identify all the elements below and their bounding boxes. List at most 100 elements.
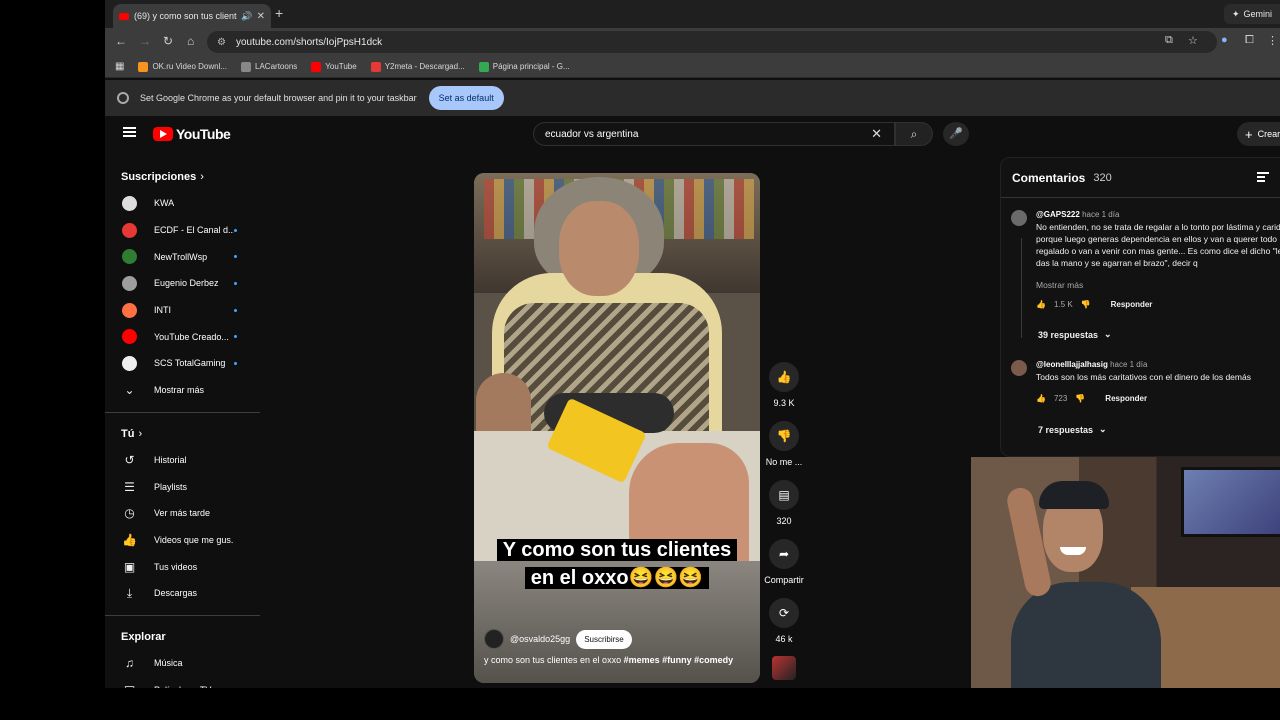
clear-search-icon[interactable]: ✕ [871, 126, 882, 142]
sidebar-item[interactable]: ⤓ Descargas [105, 580, 260, 607]
thumb-down-icon[interactable]: 👎 [1075, 394, 1085, 403]
new-content-dot [234, 308, 237, 312]
chevron-down-icon: ⌄ [1104, 329, 1112, 339]
thumb-up-icon[interactable]: 👍 [1036, 300, 1046, 309]
channel-name[interactable]: @osvaldo25gg [510, 634, 570, 644]
comment-author[interactable]: @leonellIajjalhasig [1036, 360, 1108, 369]
create-button[interactable]: + Crear [1237, 122, 1280, 146]
sort-icon[interactable] [1257, 172, 1269, 182]
comment-like-count: 1.5 K [1053, 300, 1073, 309]
forward-icon[interactable]: → [139, 34, 151, 48]
bookmark-lacartoons[interactable]: LACartoons [241, 61, 297, 72]
show-more-button[interactable]: ⌄ Mostrar más [105, 377, 260, 404]
replies-toggle[interactable]: 39 respuestas ⌄ [1038, 329, 1112, 340]
comment-author[interactable]: @GAPS222 [1036, 210, 1080, 219]
sidebar-subscription-item[interactable]: Eugenio Derbez [105, 270, 260, 297]
reply-button[interactable]: Responder [1111, 300, 1153, 309]
avatar [122, 249, 137, 265]
sound-thumbnail[interactable] [772, 656, 796, 680]
share-button[interactable]: ➦ Compartir [760, 539, 808, 585]
youtube-logo[interactable]: YouTube [153, 126, 231, 142]
dislike-button[interactable]: 👎 No me ... [760, 421, 808, 467]
avatar[interactable] [1011, 210, 1027, 226]
back-icon[interactable]: ← [115, 34, 127, 48]
comment-author-line: @GAPS222 hace 1 día [1036, 210, 1119, 219]
default-browser-banner: Set Google Chrome as your default browse… [105, 80, 1280, 116]
home-icon[interactable]: ⌂ [187, 34, 194, 48]
bookmark-y2meta[interactable]: Y2meta - Descargad... [370, 61, 465, 72]
channel-avatar[interactable] [484, 629, 504, 649]
sidebar-item[interactable]: ☰ Playlists [105, 473, 260, 500]
sidebar-subscription-item[interactable]: INTI [105, 297, 260, 324]
remix-count: 46 k [775, 634, 793, 644]
sidebar-subscription-item[interactable]: NewTrollWsp [105, 243, 260, 270]
voice-search-button[interactable]: 🎤 [943, 122, 969, 146]
sidebar-subscription-item[interactable]: SCS TotalGaming [105, 350, 260, 377]
chevron-right-icon: › [200, 171, 204, 183]
new-tab-button[interactable]: + [275, 5, 283, 21]
search-button[interactable]: ⌕ [895, 122, 933, 146]
webcam-person-cap [1039, 481, 1109, 509]
playlist-icon: ☰ [124, 479, 135, 494]
profile-icon[interactable]: ● [1221, 34, 1228, 46]
you-title: Tú [121, 427, 135, 440]
comments-button[interactable]: ▤ 320 [760, 480, 808, 526]
bookmark-star-icon[interactable]: ☆ [1188, 34, 1198, 47]
comments-total: 320 [1093, 171, 1112, 184]
thread-line [1021, 238, 1022, 338]
video-caption: Y como son tus clientes en el oxxo😆😆😆 [474, 536, 760, 592]
clock-icon: ◷ [124, 506, 135, 521]
bookmark-drive[interactable]: Página principal - G... [478, 61, 570, 72]
gemini-button[interactable]: ✦ Gemini [1223, 4, 1280, 24]
comments-header: Comentarios 320 [1001, 158, 1280, 198]
video-title[interactable]: y como son tus clientes en el oxxo #meme… [484, 655, 733, 665]
subscribe-button[interactable]: Suscribirse [576, 629, 632, 649]
sidebar-subscription-item[interactable]: YouTube Creado... [105, 323, 260, 350]
short-video-player[interactable]: Y como son tus clientes en el oxxo😆😆😆 @o… [474, 173, 760, 683]
video-hashtags[interactable]: #memes #funny #comedy [624, 655, 734, 665]
like-button[interactable]: 👍 9.3 K [760, 362, 808, 408]
subscriptions-header[interactable]: Suscripciones › [105, 164, 260, 190]
set-default-button[interactable]: Set as default [428, 86, 504, 110]
address-bar[interactable]: ⚙ youtube.com/shorts/IojPpsH1dck [207, 31, 1217, 53]
avatar [122, 195, 137, 211]
sidebar-subscription-item[interactable]: ECDF - El Canal d... [105, 217, 260, 244]
avatar[interactable] [1011, 360, 1027, 376]
speaker-icon[interactable]: 🔊 [241, 11, 252, 22]
thumb-up-icon[interactable]: 👍 [1036, 394, 1046, 403]
comment-actions: 👍 723 👎 Responder [1036, 394, 1147, 403]
site-info-icon[interactable]: ⚙ [217, 37, 226, 48]
sidebar-item[interactable]: ◷ Ver más tarde [105, 500, 260, 527]
sidebar-item[interactable]: ↺ Historial [105, 447, 260, 474]
search-input[interactable]: ecuador vs argentina ✕ [533, 122, 895, 146]
close-tab-icon[interactable]: ✕ [257, 11, 265, 22]
sidebar-item[interactable]: 👍 Videos que me gus... [105, 527, 260, 554]
apps-grid-icon[interactable]: ▦ [115, 61, 124, 72]
comment-actions: 👍 1.5 K 👎 Responder [1036, 300, 1152, 309]
divider [105, 411, 260, 413]
thumb-down-icon[interactable]: 👎 [1081, 300, 1091, 309]
sidebar-item[interactable]: ♫ Música [105, 650, 260, 677]
menu-dots-icon[interactable]: ⋮ [1267, 34, 1278, 47]
new-content-dot [234, 255, 237, 259]
chrome-icon [117, 92, 129, 104]
replies-toggle[interactable]: 7 respuestas ⌄ [1038, 424, 1107, 435]
browser-tab[interactable]: (69) y como son tus clientes en el oxxo … [113, 4, 271, 28]
reply-button[interactable]: Responder [1105, 394, 1147, 403]
install-app-icon[interactable]: ⧉ [1165, 34, 1173, 47]
sidebar-item-label: Playlists [154, 481, 188, 492]
you-header[interactable]: Tú › [105, 421, 260, 447]
you-list: ↺ Historial ☰ Playlists ◷ Ver más tarde 👍 Video… [105, 447, 260, 607]
bookmark-okru[interactable]: OK.ru Video Downl... [138, 61, 227, 72]
extensions-icon[interactable]: ⧠ [1245, 34, 1254, 47]
show-more-link[interactable]: Mostrar más [1036, 280, 1083, 290]
sidebar-subscription-item[interactable]: KWA [105, 190, 260, 217]
bookmark-youtube[interactable]: YouTube [311, 61, 357, 72]
reload-icon[interactable]: ↻ [163, 34, 173, 48]
remix-button[interactable]: ⟳ 46 k [760, 598, 808, 644]
sidebar-item[interactable]: ▤ Películas y TV [105, 676, 260, 688]
webcam-person-body [1011, 582, 1161, 688]
bookmarks-bar: ▦ OK.ru Video Downl... LACartoons YouTub… [105, 56, 1280, 78]
hamburger-menu-icon[interactable] [123, 127, 136, 137]
sidebar-item[interactable]: ▣ Tus videos [105, 553, 260, 580]
